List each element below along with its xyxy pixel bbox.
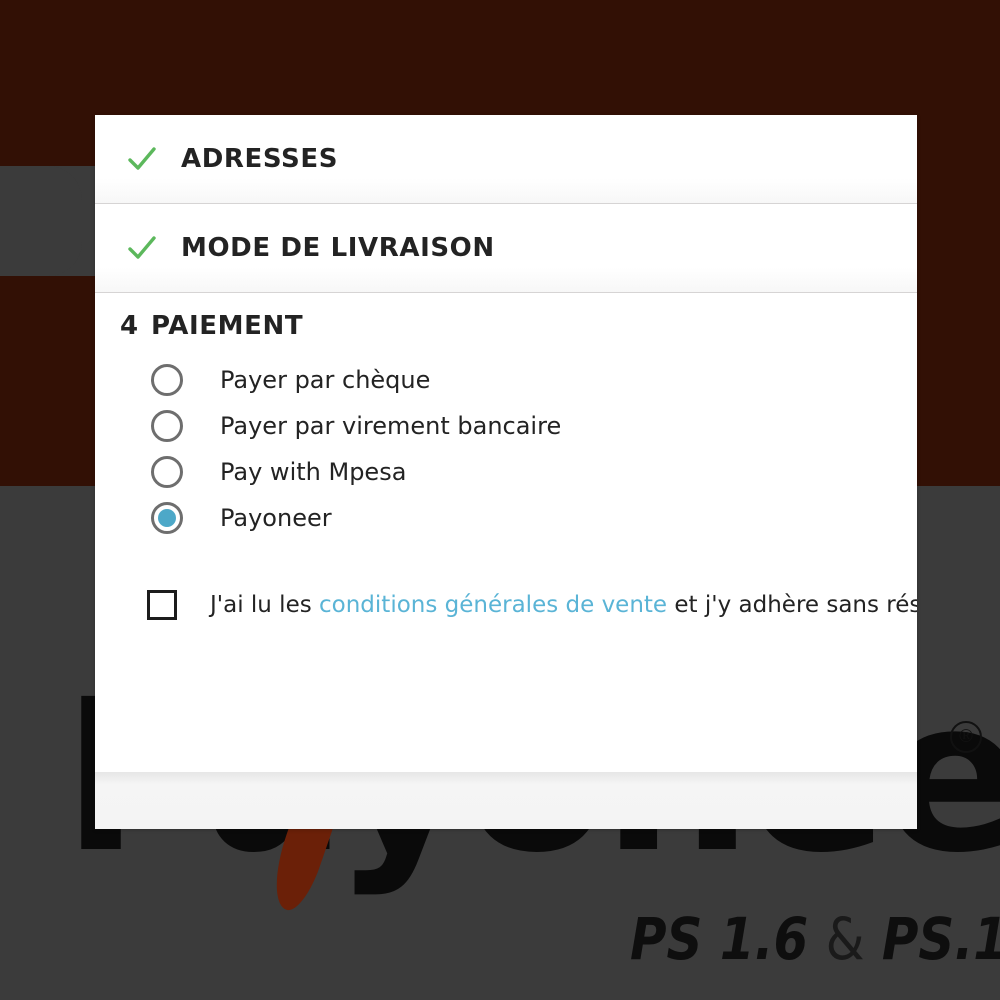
payment-option-cheque[interactable]: Payer par chèque [151,357,917,403]
payment-option-label: Payer par chèque [220,366,431,394]
payment-heading: 4 PAIEMENT [95,311,917,341]
payment-option-label: Pay with Mpesa [220,458,407,486]
terms-suffix: et j'y adhère sans réserve [674,592,917,618]
version-suffix: PS.1.7 [881,905,1000,973]
payment-option-payoneer[interactable]: Payoneer [151,495,917,541]
radio-icon-selected[interactable] [151,502,183,534]
radio-icon[interactable] [151,364,183,396]
panel-footer-strip [95,772,917,829]
radio-icon[interactable] [151,410,183,442]
payment-step-title: PAIEMENT [151,311,304,341]
checkout-step-paiement: 4 PAIEMENT Payer par chèque Payer par vi… [95,293,917,620]
step-title-mode-de-livraison: MODE DE LIVRAISON [181,233,495,263]
terms-checkbox[interactable] [147,590,177,620]
payment-option-label: Payoneer [220,504,332,532]
registered-trademark-icon: ® [950,721,982,753]
step-title-adresses: ADRESSES [181,144,339,174]
checkout-step-mode-de-livraison[interactable]: MODE DE LIVRAISON [95,204,917,293]
payment-option-label: Payer par virement bancaire [220,412,562,440]
radio-icon[interactable] [151,456,183,488]
step-status [95,142,181,176]
step-status [95,231,181,265]
background-version-line: PS 1.6 & PS.1.7 [630,905,1000,973]
check-icon [128,236,156,259]
background-dark-bar-rounded [0,166,82,276]
version-prefix: PS 1.6 [630,905,809,973]
payment-option-mpesa[interactable]: Pay with Mpesa [151,449,917,495]
check-icon [128,147,156,170]
checkout-panel: ADRESSES MODE DE LIVRAISON 4 PAIEMENT Pa… [95,115,917,829]
version-ampersand: & [825,905,865,973]
payment-option-virement[interactable]: Payer par virement bancaire [151,403,917,449]
terms-conditions-link[interactable]: conditions générales de vente [319,592,667,618]
payment-step-number: 4 [119,311,139,341]
checkout-step-adresses[interactable]: ADRESSES [95,115,917,204]
payment-options-list: Payer par chèque Payer par virement banc… [95,357,917,541]
terms-text: J'ai lu les conditions générales de vent… [210,592,917,618]
terms-prefix: J'ai lu les [210,592,320,618]
terms-agreement-row[interactable]: J'ai lu les conditions générales de vent… [95,590,917,620]
